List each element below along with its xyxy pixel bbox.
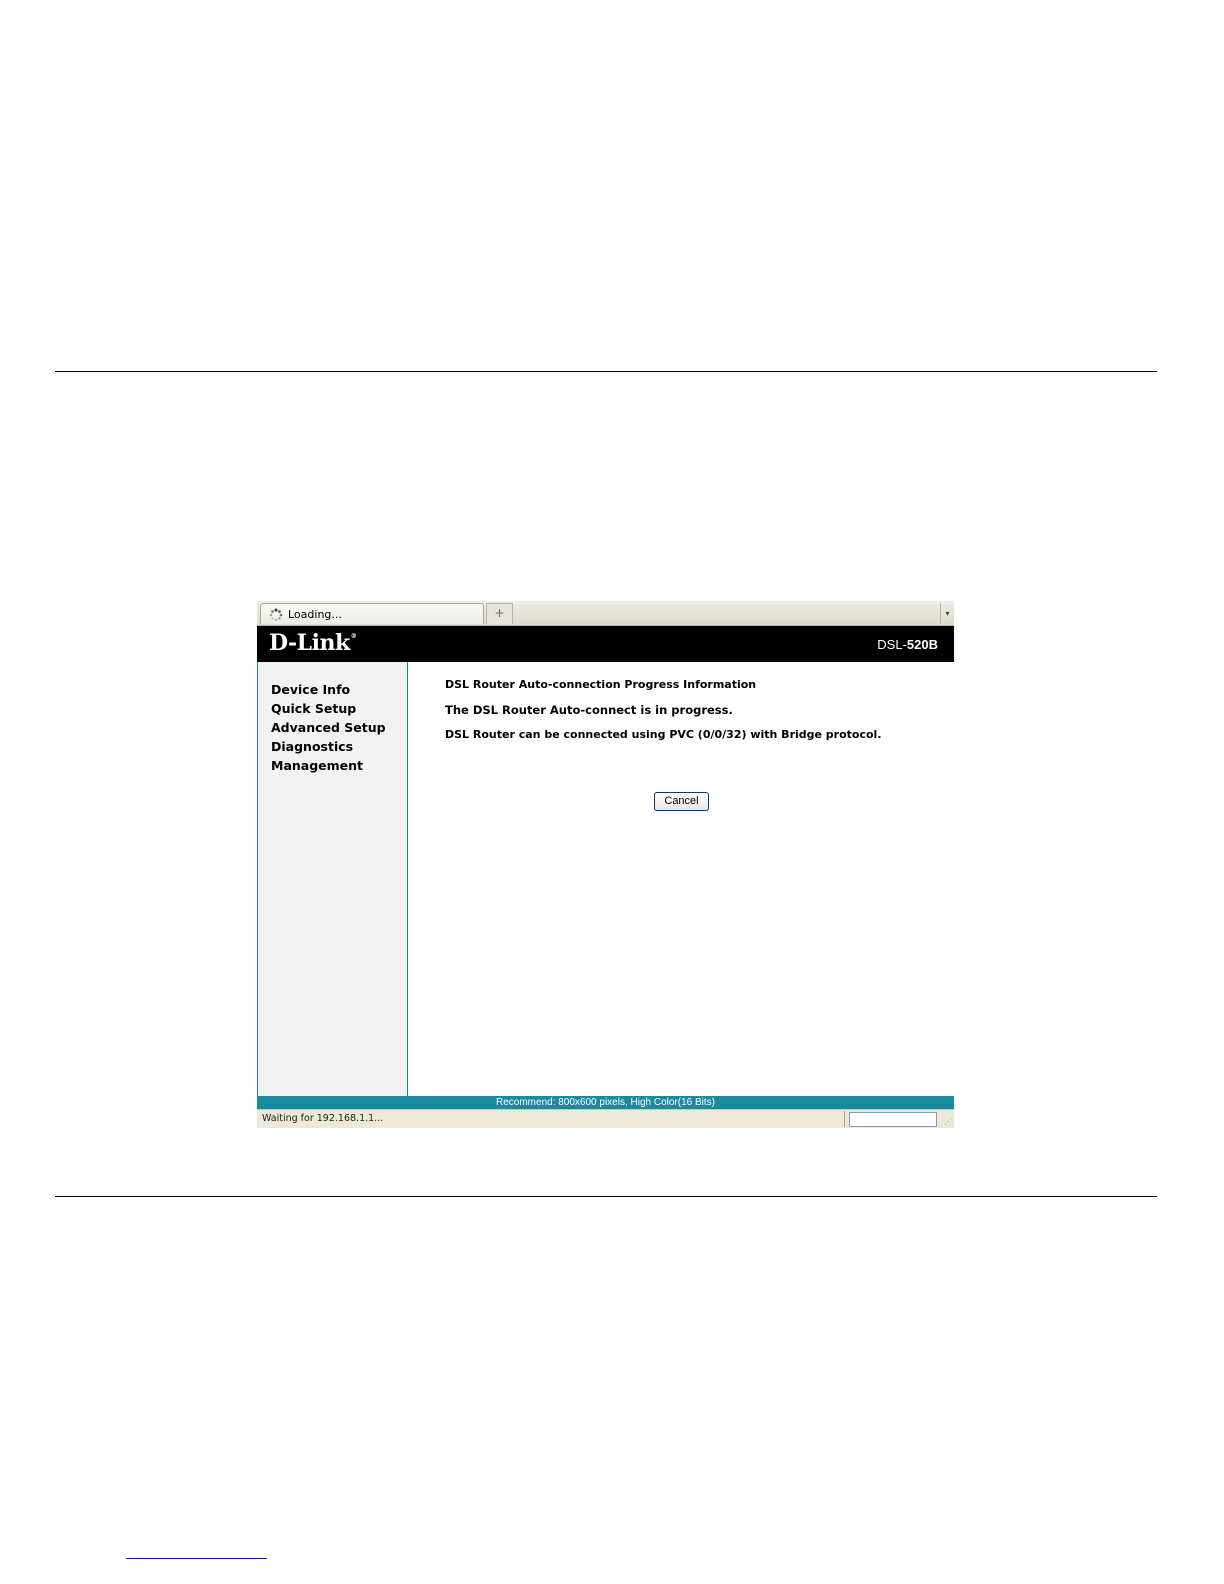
- tab-bar: Loading... + ▾: [257, 601, 954, 626]
- main-content: DSL Router Auto-connection Progress Info…: [408, 662, 954, 1096]
- router-header: D-Link® DSL-520B: [257, 626, 954, 662]
- page-title: DSL Router Auto-connection Progress Info…: [445, 678, 757, 691]
- progress-message: The DSL Router Auto-connect is in progre…: [445, 703, 733, 717]
- tab-label: Loading...: [288, 608, 342, 621]
- browser-status-bar: Waiting for 192.168.1.1... ⋰: [257, 1109, 954, 1128]
- sidebar-item-diagnostics[interactable]: Diagnostics: [271, 737, 386, 756]
- cancel-button[interactable]: Cancel: [654, 792, 709, 811]
- dlink-logo: D-Link®: [269, 630, 357, 656]
- status-divider: [844, 1111, 845, 1127]
- connection-info: DSL Router can be connected using PVC (0…: [445, 728, 882, 741]
- sidebar-nav: Device Info Quick Setup Advanced Setup D…: [271, 680, 386, 775]
- status-text: Waiting for 192.168.1.1...: [262, 1113, 384, 1124]
- page-divider-top: [55, 371, 1157, 372]
- sidebar-item-advanced-setup[interactable]: Advanced Setup: [271, 718, 386, 737]
- browser-tab[interactable]: Loading...: [260, 603, 484, 624]
- sidebar-item-device-info[interactable]: Device Info: [271, 680, 386, 699]
- status-progress-field: [849, 1112, 937, 1127]
- recommend-bar: Recommend: 800x600 pixels, High Color(16…: [257, 1096, 954, 1109]
- sidebar-item-quick-setup[interactable]: Quick Setup: [271, 699, 386, 718]
- sidebar: Device Info Quick Setup Advanced Setup D…: [257, 662, 408, 1096]
- model-name: DSL-520B: [877, 637, 938, 652]
- browser-window: Loading... + ▾ D-Link® DSL-520B Device I…: [257, 601, 954, 1128]
- tab-list-dropdown-icon[interactable]: ▾: [940, 603, 954, 624]
- footnote-rule: [126, 1558, 267, 1559]
- new-tab-button[interactable]: +: [486, 603, 513, 624]
- loading-spinner-icon: [269, 607, 283, 622]
- resize-grip-icon[interactable]: ⋰: [944, 1117, 952, 1126]
- page-divider-bottom: [55, 1196, 1157, 1197]
- sidebar-item-management[interactable]: Management: [271, 756, 386, 775]
